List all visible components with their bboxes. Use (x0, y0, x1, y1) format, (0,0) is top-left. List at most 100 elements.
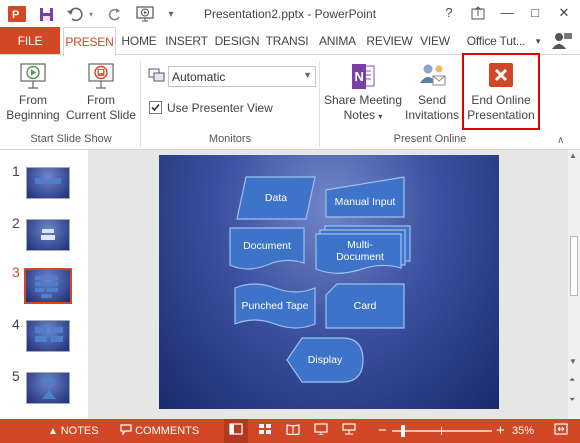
shape-data-label: Data (264, 192, 288, 204)
send-invitations-button[interactable]: Send Invitations (404, 61, 460, 123)
tab-insert[interactable]: INSERT (162, 27, 211, 55)
shape-display[interactable]: Display (286, 337, 364, 383)
svg-text:N: N (355, 69, 364, 84)
notes-label: NOTES (60, 425, 99, 437)
shape-punched-tape[interactable]: Punched Tape (234, 282, 316, 330)
thumbnail-number: 2 (12, 215, 20, 231)
share-meeting-notes-button[interactable]: N Share Meeting Notes ▾ (322, 61, 404, 124)
slide-show-button[interactable] (314, 419, 328, 443)
tab-animations[interactable]: ANIMA (312, 27, 363, 55)
help-button[interactable]: ? (437, 3, 461, 23)
fit-slide-button[interactable] (554, 419, 568, 443)
minimize-button[interactable]: — (495, 3, 519, 23)
send-invitations-label-1: Send (417, 93, 447, 107)
present-online-group-label: Present Online (393, 133, 467, 145)
slide-thumbnail-1[interactable] (26, 167, 70, 199)
restore-button[interactable]: □ (523, 3, 547, 23)
close-button[interactable]: ✕ (552, 3, 576, 23)
end-online-label-1: End Online (471, 93, 531, 107)
zoom-in-button[interactable]: + (496, 419, 505, 443)
tab-design[interactable]: DESIGN (212, 27, 262, 55)
account-dropdown-icon[interactable]: ▾ (532, 27, 544, 55)
shape-card-label: Card (353, 300, 377, 312)
next-slide-icon[interactable]: ⏷ (569, 395, 575, 405)
scroll-down-icon[interactable]: ▼ (569, 357, 577, 366)
shape-manual-input[interactable]: Manual Input (325, 176, 405, 218)
start-slide-show-group-label: Start Slide Show (30, 133, 112, 145)
from-current-label-2: Current Slide (65, 108, 137, 122)
reading-view-icon (286, 424, 300, 436)
collapse-ribbon-icon[interactable]: ∧ (557, 135, 564, 146)
from-current-slide-button[interactable]: From Current Slide (64, 61, 138, 123)
slide-thumbnail-4[interactable] (26, 320, 70, 352)
previous-slide-icon[interactable]: ⏶ (569, 375, 575, 385)
avatar[interactable] (548, 27, 576, 55)
use-presenter-view-label[interactable]: Use Presenter View (167, 101, 273, 115)
use-presenter-view-checkbox[interactable] (149, 101, 162, 114)
shape-document[interactable]: Document (229, 227, 305, 271)
presenter-view-button[interactable] (342, 419, 356, 443)
slideshow-current-icon (64, 61, 138, 93)
tab-review[interactable]: REVIEW (364, 27, 415, 55)
slide-show-icon (314, 423, 328, 436)
from-beginning-button[interactable]: From Beginning (4, 61, 62, 123)
monitor-select[interactable]: Automatic ▼ (168, 66, 316, 87)
share-meeting-notes-label-2: Notes ▾ (343, 108, 383, 122)
shape-data[interactable]: Data (236, 176, 316, 220)
group-separator (319, 61, 320, 147)
notes-icon: ▲ (48, 426, 61, 437)
presenter-icon (342, 423, 356, 435)
end-online-label-2: Presentation (467, 108, 535, 122)
zoom-level[interactable]: 35% (512, 419, 534, 443)
tab-file[interactable]: FILE (0, 27, 60, 55)
chevron-down-icon: ▼ (303, 70, 312, 80)
ribbon-display-options-button[interactable] (466, 3, 490, 23)
end-online-icon (464, 61, 538, 93)
zoom-slider[interactable] (392, 425, 492, 437)
shape-punched-tape-label: Punched Tape (241, 300, 309, 312)
slide-thumbnail-2[interactable] (26, 219, 70, 251)
slide-sorter-button[interactable] (258, 419, 272, 443)
title-bar: P ▾ ▾ Presentation2.pptx - PowerPoint ? … (0, 0, 580, 27)
zoom-out-button[interactable]: − (378, 419, 387, 443)
end-online-presentation-button[interactable]: End Online Presentation (462, 53, 540, 130)
thumbnail-number: 3 (12, 264, 20, 280)
thumbnail-number: 4 (12, 316, 20, 332)
tab-home[interactable]: HOME (117, 27, 161, 55)
slide-thumbnail-3-selected[interactable] (24, 268, 72, 304)
tab-view[interactable]: VIEW (416, 27, 454, 55)
shape-multi-document[interactable]: Multi- Document (315, 225, 411, 275)
account-name[interactable]: Office Tut... (460, 27, 532, 55)
scroll-up-icon[interactable]: ▲ (569, 151, 577, 160)
from-beginning-label-2: Beginning (6, 108, 60, 122)
send-invitations-icon (404, 61, 460, 93)
vertical-scrollbar[interactable]: ▲ ▼ ⏶ ⏷ (568, 150, 580, 419)
shape-card[interactable]: Card (325, 283, 405, 329)
fit-to-window-icon (554, 423, 568, 435)
shape-display-label: Display (307, 354, 343, 366)
scrollbar-thumb[interactable] (570, 236, 578, 296)
shape-manual-input-label: Manual Input (334, 196, 396, 208)
checkmark-icon (151, 103, 160, 112)
shape-multi-document-label: Multi- Document (336, 239, 384, 263)
normal-view-button[interactable] (224, 419, 248, 443)
share-meeting-notes-label-1: Share Meeting (323, 93, 403, 107)
window-title: Presentation2.pptx - PowerPoint (203, 7, 377, 21)
from-beginning-label-1: From (19, 93, 47, 107)
powerpoint-window: P ▾ ▾ Presentation2.pptx - PowerPoint ? … (0, 0, 580, 443)
comments-button[interactable]: COMMENTS (120, 419, 199, 443)
reading-view-button[interactable] (286, 419, 300, 443)
tab-slide-show[interactable]: PRESEN (63, 27, 116, 56)
normal-view-icon (229, 423, 243, 435)
slide-thumbnail-5[interactable] (26, 372, 70, 404)
thumbnail-number: 5 (12, 368, 20, 384)
tab-transitions[interactable]: TRANSI (263, 27, 311, 55)
from-current-label-1: From (87, 93, 115, 107)
chevron-down-icon: ▾ (378, 112, 383, 121)
slide-thumbnails-pane: 1 2 3 4 5 (0, 150, 88, 419)
onenote-icon: N (322, 61, 404, 93)
zoom-slider-thumb[interactable] (401, 425, 405, 437)
notes-button[interactable]: ▲ NOTES (48, 419, 99, 443)
current-slide[interactable]: Data Manual Input Document Multi- Documen… (159, 155, 499, 409)
monitor-select-value: Automatic (172, 70, 226, 84)
